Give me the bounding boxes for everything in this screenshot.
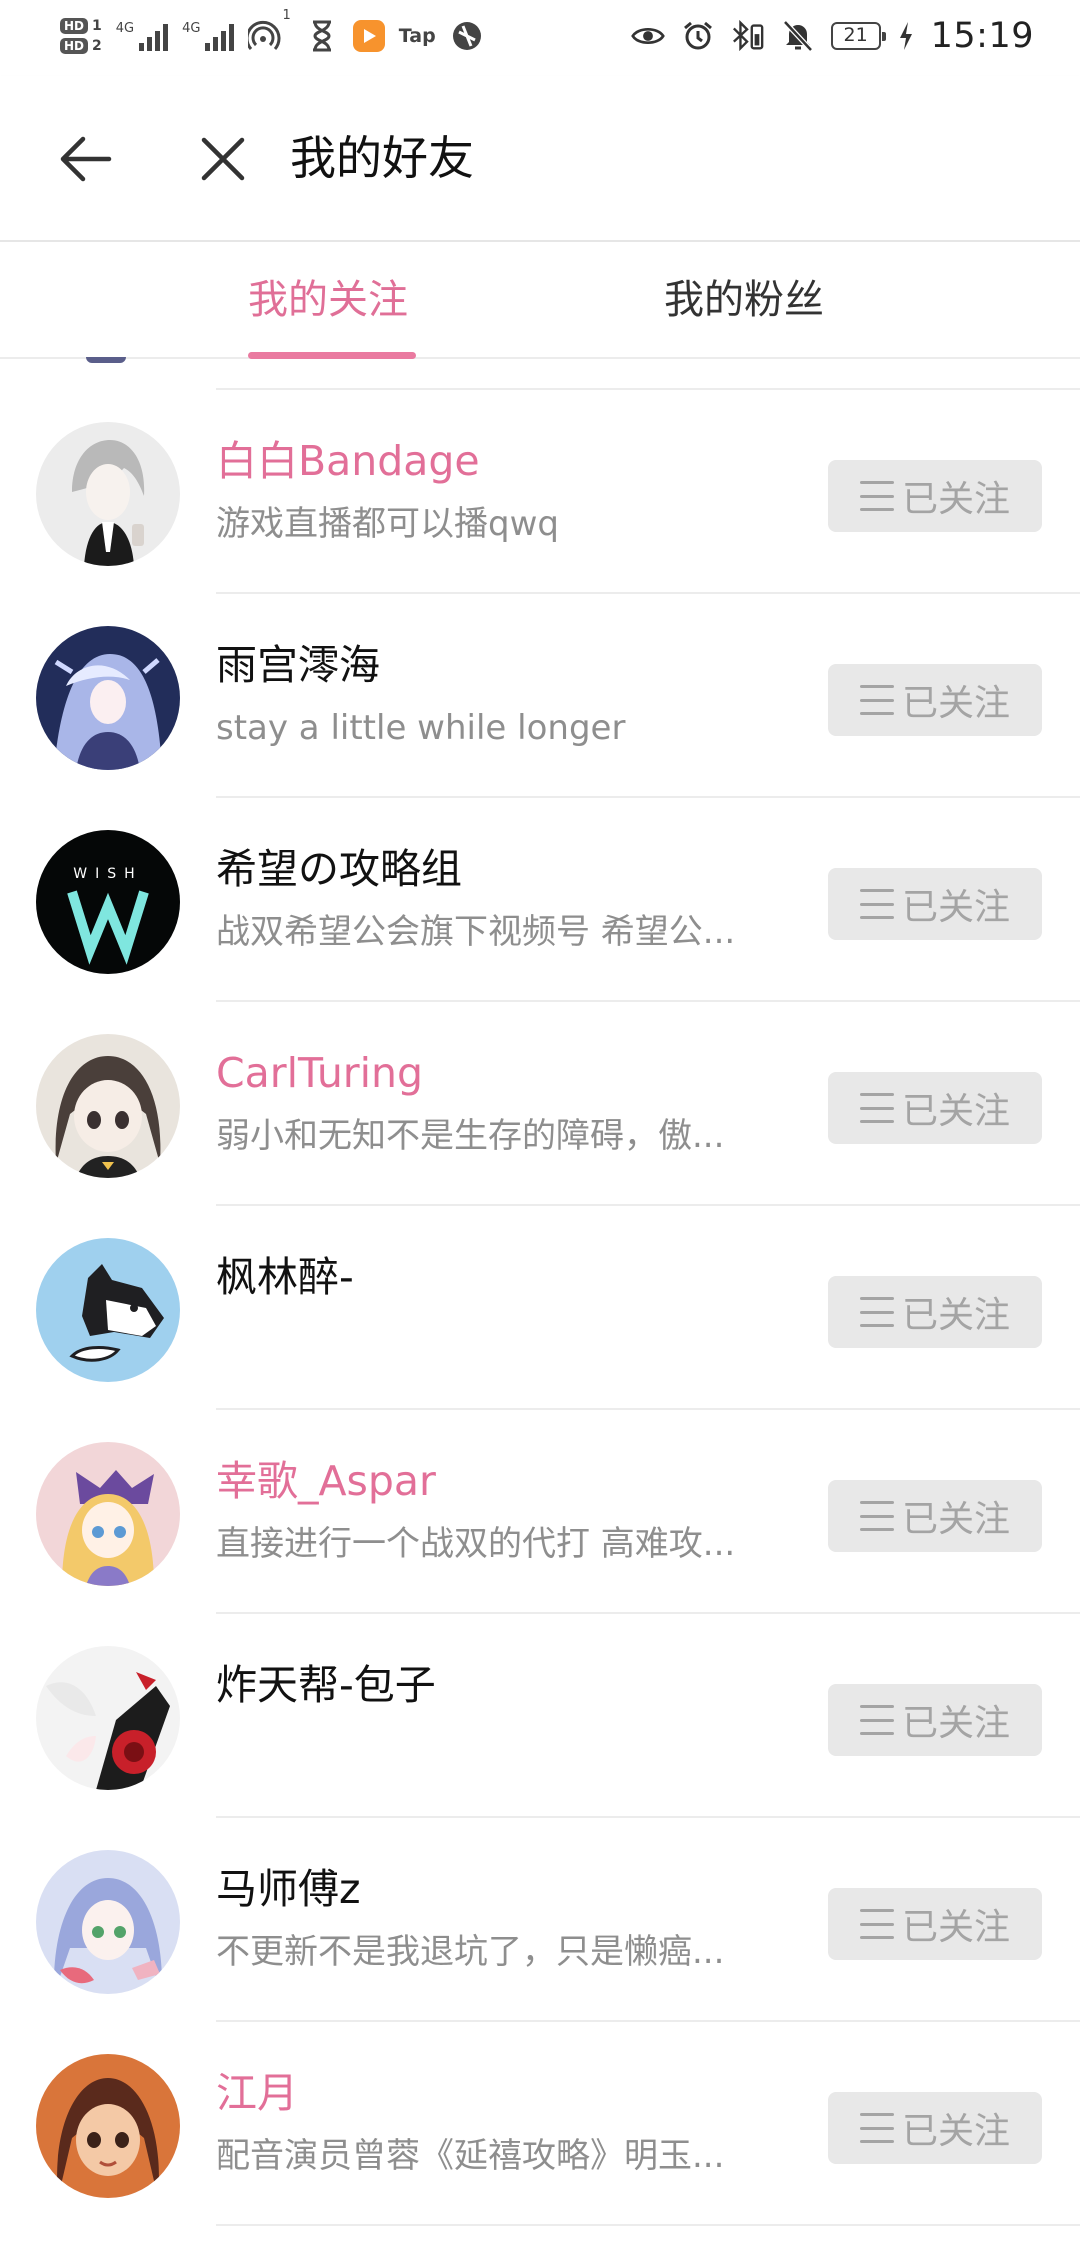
user-row[interactable]: WISH 希望の攻略组 战双希望公会旗下视频号 希望公... 已关注 <box>0 798 1080 1002</box>
list-divider <box>216 2224 1080 2226</box>
user-name[interactable]: 希望の攻略组 <box>216 840 462 898</box>
user-row[interactable]: 幸歌_Aspar 直接进行一个战双的代打 高难攻... 已关注 <box>0 1410 1080 1614</box>
user-name[interactable]: 枫林醉- <box>216 1248 354 1306</box>
user-row[interactable]: 江月 配音演员曾蓉《延禧攻略》明玉... 已关注 <box>0 2022 1080 2226</box>
following-button-label: 已关注 <box>901 1703 1010 1744</box>
charging-icon <box>897 19 915 53</box>
following-button[interactable]: 已关注 <box>828 664 1042 736</box>
user-description: 游戏直播都可以播qwq <box>216 504 559 544</box>
battery-icon: 21 <box>830 22 886 50</box>
following-button[interactable]: 已关注 <box>828 2092 1042 2164</box>
menu-icon <box>859 685 894 715</box>
hotspot-count: 1 <box>282 8 291 23</box>
tab-active-indicator <box>248 352 416 359</box>
menu-icon <box>859 481 894 511</box>
avatar[interactable] <box>36 626 180 770</box>
menu-icon <box>859 1909 894 1939</box>
tab-fans[interactable]: 我的粉丝 <box>664 272 824 328</box>
menu-icon <box>859 1093 894 1123</box>
following-button-label: 已关注 <box>901 683 1010 724</box>
menu-icon <box>859 1501 894 1531</box>
partially-visible-avatar <box>86 357 126 363</box>
hotspot-icon <box>248 19 282 53</box>
user-name[interactable]: 白白Bandage <box>216 432 480 490</box>
menu-icon <box>859 889 894 919</box>
signal-icon-sim2: 4G <box>182 21 235 51</box>
following-button-label: 已关注 <box>901 2111 1010 2152</box>
alarm-icon <box>681 19 715 53</box>
back-button[interactable] <box>50 124 120 194</box>
following-button[interactable]: 已关注 <box>828 1684 1042 1756</box>
user-description: 不更新不是我退坑了，只是懒癌... <box>216 1932 725 1972</box>
hourglass-icon <box>305 19 339 53</box>
tab-following[interactable]: 我的关注 <box>248 272 408 328</box>
following-button-label: 已关注 <box>901 1295 1010 1336</box>
user-name[interactable]: 江月 <box>216 2064 298 2122</box>
following-button-label: 已关注 <box>901 887 1010 928</box>
following-list: 白白Bandage 游戏直播都可以播qwq 已关注 雨宫澪海 stay a li… <box>0 390 1080 2226</box>
tab-bar: 我的关注 我的粉丝 <box>0 242 1080 359</box>
user-description: 直接进行一个战双的代打 高难攻... <box>216 1524 736 1564</box>
user-description: 弱小和无知不是生存的障碍，傲... <box>216 1116 725 1156</box>
eye-comfort-icon <box>630 19 665 53</box>
avatar[interactable] <box>36 1034 180 1178</box>
sim-indicators: HD 1 HD 2 <box>60 18 102 54</box>
user-name[interactable]: 幸歌_Aspar <box>216 1452 436 1510</box>
following-button[interactable]: 已关注 <box>828 868 1042 940</box>
following-button[interactable]: 已关注 <box>828 460 1042 532</box>
avatar[interactable] <box>36 422 180 566</box>
status-bar-left: HD 1 HD 2 4G 4G 1 Tap <box>60 8 484 64</box>
svg-text:WISH: WISH <box>73 866 142 882</box>
status-bar-right: 21 15:19 <box>630 8 1034 64</box>
user-name[interactable]: CarlTuring <box>216 1044 423 1102</box>
taptap-icon: Tap <box>398 25 436 47</box>
following-button[interactable]: 已关注 <box>828 1072 1042 1144</box>
user-name[interactable]: 雨宫澪海 <box>216 636 380 694</box>
following-button-label: 已关注 <box>901 1499 1010 1540</box>
user-row[interactable]: 雨宫澪海 stay a little while longer 已关注 <box>0 594 1080 798</box>
bluetooth-battery-icon <box>731 19 765 53</box>
status-time: 15:19 <box>930 16 1034 56</box>
page-title: 我的好友 <box>290 131 474 185</box>
avatar[interactable] <box>36 1238 180 1382</box>
user-row[interactable]: CarlTuring 弱小和无知不是生存的障碍，傲... 已关注 <box>0 1002 1080 1206</box>
signal-icon-sim1: 4G <box>116 21 169 51</box>
app-notification-icon <box>450 19 484 53</box>
user-row[interactable]: 炸天帮-包子 已关注 <box>0 1614 1080 1818</box>
user-name[interactable]: 马师傅z <box>216 1860 361 1918</box>
back-arrow-icon <box>60 136 112 182</box>
avatar[interactable] <box>36 1850 180 1994</box>
user-description: stay a little while longer <box>216 708 626 748</box>
following-button[interactable]: 已关注 <box>828 1276 1042 1348</box>
following-button[interactable]: 已关注 <box>828 1480 1042 1552</box>
menu-icon <box>859 1705 894 1735</box>
avatar[interactable] <box>36 1442 180 1586</box>
video-app-icon <box>352 20 385 52</box>
following-button-label: 已关注 <box>901 1907 1010 1948</box>
user-row[interactable]: 枫林醉- 已关注 <box>0 1206 1080 1410</box>
close-button[interactable] <box>188 124 258 194</box>
sim1-badge: HD 1 <box>60 18 102 34</box>
user-name[interactable]: 炸天帮-包子 <box>216 1656 436 1714</box>
sim2-badge: HD 2 <box>60 38 102 54</box>
avatar[interactable] <box>36 1646 180 1790</box>
avatar[interactable] <box>36 2054 180 2198</box>
following-button-label: 已关注 <box>901 1091 1010 1132</box>
user-description: 配音演员曾蓉《延禧攻略》明玉... <box>216 2136 725 2176</box>
app-bar: 我的好友 <box>0 76 1080 242</box>
following-button[interactable]: 已关注 <box>828 1888 1042 1960</box>
close-icon <box>201 137 245 181</box>
user-row[interactable]: 白白Bandage 游戏直播都可以播qwq 已关注 <box>0 390 1080 594</box>
menu-icon <box>859 2113 894 2143</box>
menu-icon <box>859 1297 894 1327</box>
user-description: 战双希望公会旗下视频号 希望公... <box>216 912 736 952</box>
mute-notifications-icon <box>781 19 815 53</box>
avatar[interactable]: WISH <box>36 830 180 974</box>
following-button-label: 已关注 <box>901 479 1010 520</box>
user-row[interactable]: 马师傅z 不更新不是我退坑了，只是懒癌... 已关注 <box>0 1818 1080 2022</box>
status-bar: HD 1 HD 2 4G 4G 1 Tap 21 15:19 <box>0 0 1080 76</box>
